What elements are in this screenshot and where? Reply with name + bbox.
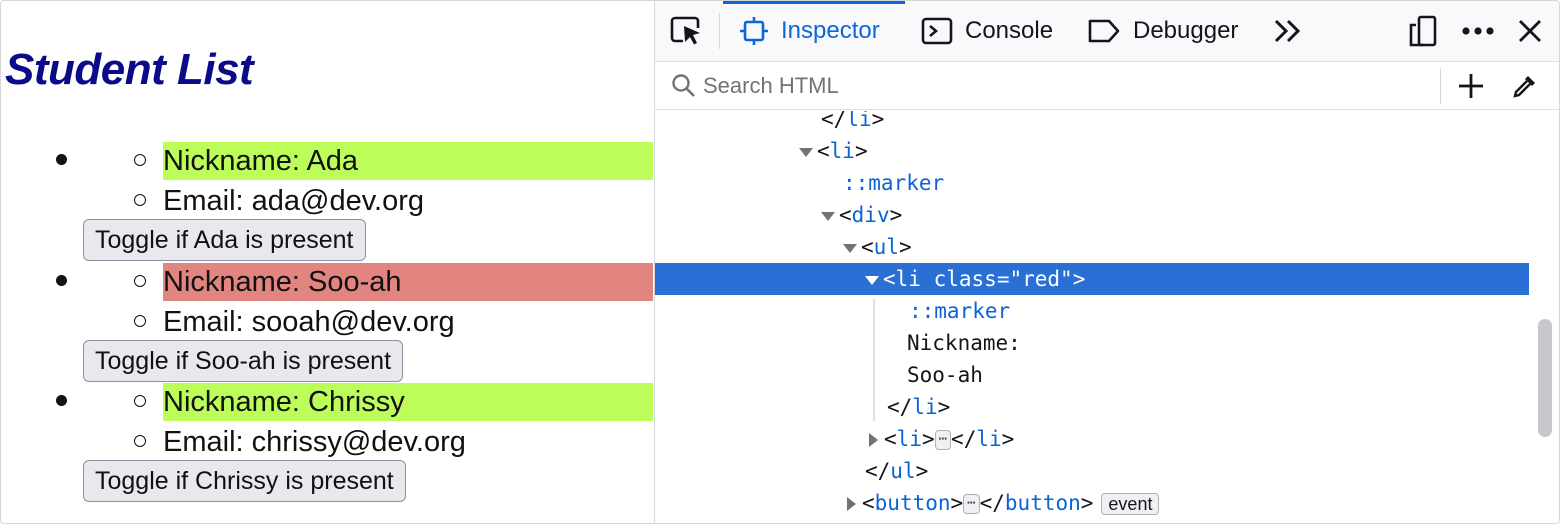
tree-node[interactable]: <button> ⋯ </button> event <box>655 487 1529 519</box>
email-item: Email: ada@dev.org <box>163 185 425 217</box>
tag-name: ul <box>890 459 916 483</box>
search-bar <box>655 62 1559 110</box>
tag-name: button <box>1004 491 1081 515</box>
student-item: Nickname: Ada Email: ada@dev.org Toggle … <box>1 142 653 262</box>
tree-node[interactable]: <li> ⋯ </li> <box>655 423 1529 455</box>
tag-name: div <box>851 203 890 227</box>
tag-name: li <box>846 111 872 131</box>
event-badge[interactable]: event <box>1101 493 1160 515</box>
bullet-disc-icon <box>56 154 67 165</box>
tab-debugger-label: Debugger <box>1133 17 1239 44</box>
ellipsis-icon[interactable]: ⋯ <box>963 494 980 514</box>
scrollbar-thumb[interactable] <box>1538 319 1552 437</box>
bullet-circle-icon <box>134 194 146 206</box>
tag-name: ul <box>873 235 899 259</box>
tree-node[interactable]: </ul> <box>655 455 1529 487</box>
search-html-input[interactable] <box>701 70 1435 102</box>
tab-debugger[interactable]: Debugger <box>1087 1 1238 61</box>
console-icon <box>921 17 953 45</box>
expand-twisty-icon[interactable] <box>865 275 879 285</box>
ellipsis-icon[interactable]: ⋯ <box>934 430 952 450</box>
tab-console[interactable]: Console <box>921 1 1053 61</box>
tab-console-label: Console <box>965 17 1054 44</box>
tree-node-selected[interactable]: <li class="red"> <box>655 263 1529 295</box>
tree-node[interactable]: <ul> <box>655 231 1529 263</box>
screenshot-frame: Student List Nickname: Ada Email: ada@de… <box>0 0 1560 524</box>
toggle-presence-button[interactable]: Toggle if Soo-ah is present <box>83 340 404 382</box>
nickname-item: Nickname: Ada <box>163 142 653 180</box>
tree-text-node[interactable]: Soo-ah <box>655 359 1529 391</box>
email-item: Email: chrissy@dev.org <box>163 426 466 458</box>
close-icon[interactable] <box>1517 1 1543 61</box>
collapse-twisty-icon[interactable] <box>847 497 856 511</box>
indent-guide <box>873 299 875 421</box>
web-page: Student List Nickname: Ada Email: ada@de… <box>1 1 653 523</box>
toolbar-separator <box>719 13 720 49</box>
add-node-icon[interactable] <box>1457 72 1485 105</box>
responsive-design-icon[interactable] <box>1407 1 1439 61</box>
pseudo-element: ::marker <box>843 171 945 195</box>
tree-node[interactable]: <div> <box>655 199 1529 231</box>
nickname-item: Nickname: Soo-ah <box>163 263 653 301</box>
tab-inspector-label: Inspector <box>781 17 880 44</box>
expand-twisty-icon[interactable] <box>821 211 835 221</box>
expand-twisty-icon[interactable] <box>843 243 857 253</box>
student-item: Nickname: Chrissy Email: chrissy@dev.org… <box>1 383 653 503</box>
more-tabs-chevron-icon[interactable] <box>1273 1 1303 61</box>
tag-name: li <box>896 427 922 451</box>
bullet-circle-icon <box>134 154 146 166</box>
tree-node[interactable]: ::marker <box>655 295 1529 327</box>
searchbar-separator <box>1440 68 1441 104</box>
tag-name: li <box>976 427 1002 451</box>
email-item: Email: sooah@dev.org <box>163 306 455 338</box>
expand-twisty-icon[interactable] <box>799 147 813 157</box>
markup-tree: </li> <li> ::marker <div> <ul> <li class… <box>655 111 1529 523</box>
tag-name: button <box>874 491 951 515</box>
text-node: Nickname: <box>907 331 1021 355</box>
pseudo-element: ::marker <box>909 299 1011 323</box>
nickname-item: Nickname: Chrissy <box>163 383 653 421</box>
tag-name: li <box>895 267 921 291</box>
tab-inspector[interactable]: Inspector <box>739 1 880 61</box>
bullet-circle-icon <box>134 315 146 327</box>
page-title: Student List <box>5 45 254 94</box>
devtools-toolbar: Inspector Console Debugger <box>655 1 1559 62</box>
search-icon <box>671 73 697 104</box>
eyedropper-icon[interactable] <box>1511 72 1539 105</box>
devtools-panel: Inspector Console Debugger Search HTML <… <box>654 1 1559 523</box>
tag-name: li <box>912 395 938 419</box>
scrollbar-track[interactable] <box>1530 111 1559 523</box>
tree-node[interactable]: </li> <box>655 111 1529 135</box>
element-picker-icon[interactable] <box>669 1 705 61</box>
toggle-presence-button[interactable]: Toggle if Chrissy is present <box>83 460 406 502</box>
bullet-circle-icon <box>134 275 146 287</box>
tree-node[interactable]: </li> <box>655 391 1529 423</box>
bullet-disc-icon <box>56 395 67 406</box>
debugger-icon <box>1088 19 1120 43</box>
inspector-icon <box>740 17 768 45</box>
tag-attribute: class="red" <box>933 267 1073 291</box>
collapse-twisty-icon[interactable] <box>869 433 878 447</box>
text-node: Soo-ah <box>907 363 983 387</box>
tree-node[interactable]: <li> <box>655 135 1529 167</box>
bullet-disc-icon <box>56 275 67 286</box>
tree-text-node[interactable]: Nickname: <box>655 327 1529 359</box>
bullet-circle-icon <box>134 435 146 447</box>
toggle-presence-button[interactable]: Toggle if Ada is present <box>83 219 366 261</box>
tree-node[interactable]: ::marker <box>655 167 1529 199</box>
student-item: Nickname: Soo-ah Email: sooah@dev.org To… <box>1 263 653 383</box>
more-options-icon[interactable] <box>1461 1 1495 61</box>
bullet-circle-icon <box>134 395 146 407</box>
tag-name: li <box>829 139 855 163</box>
